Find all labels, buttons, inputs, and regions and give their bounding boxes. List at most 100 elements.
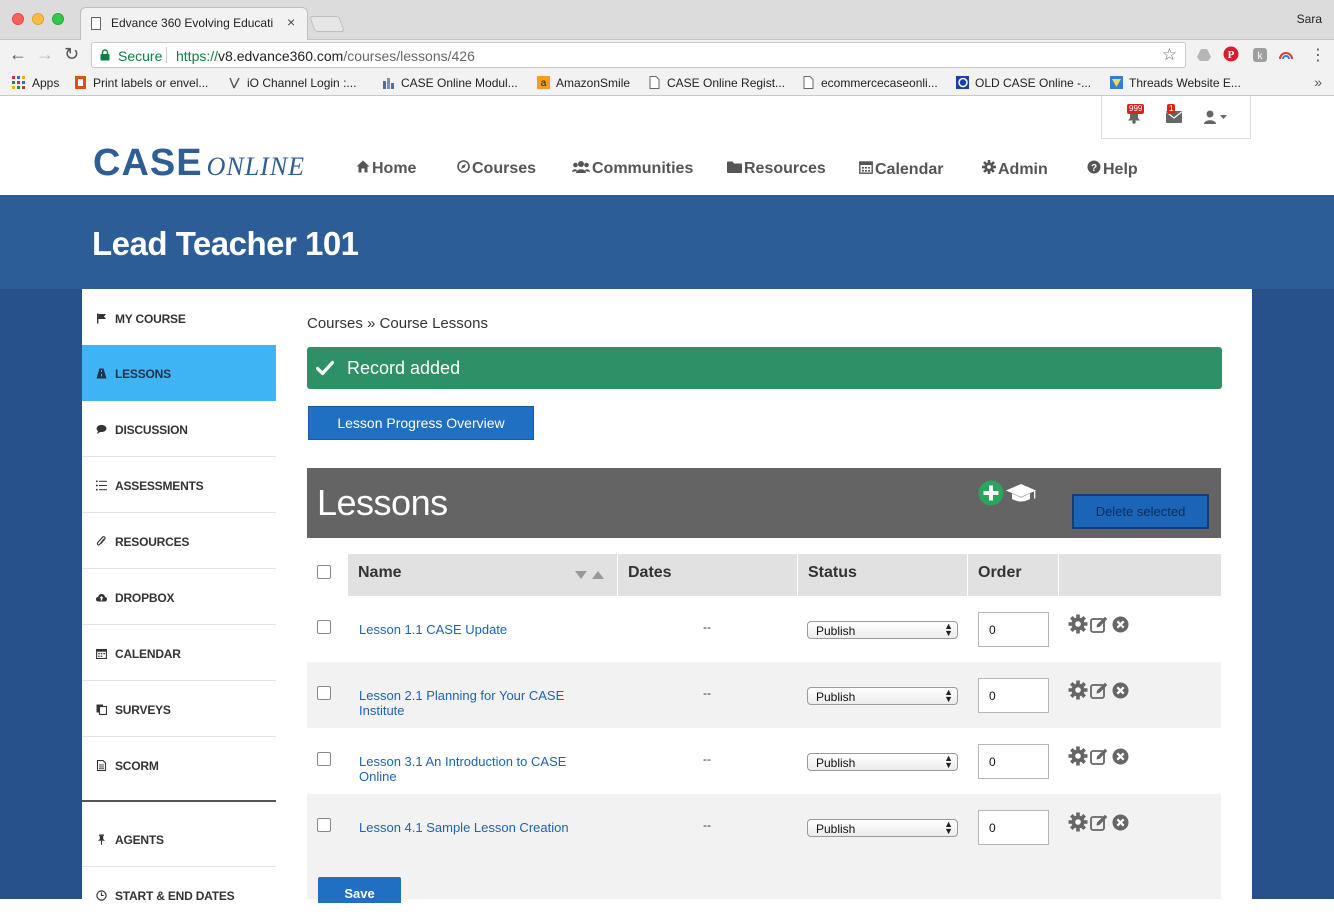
lesson-dates: -- (703, 620, 711, 634)
rainbow-extension-icon[interactable] (1278, 47, 1294, 63)
sidebar-item-agents[interactable]: AGENTS (82, 811, 276, 867)
select-arrows-icon: ▲ ▼ (944, 753, 953, 770)
delete-icon[interactable] (1112, 814, 1129, 831)
delete-icon[interactable] (1112, 616, 1129, 633)
nav-admin[interactable]: Admin (982, 160, 1048, 180)
copy-icon (96, 704, 107, 715)
bookmark-threads-website[interactable]: Threads Website E... (1129, 76, 1241, 90)
course-sidebar: MY COURSE LESSONS DISCUSSION ASSESSMENTS… (82, 289, 276, 903)
nav-calendar[interactable]: Calendar (859, 160, 943, 180)
edit-icon[interactable] (1090, 682, 1108, 700)
forward-arrow-icon[interactable]: → (36, 44, 54, 65)
lesson-link[interactable]: Lesson 3.1 An Introduction to CASE Onlin… (359, 754, 599, 784)
bookmark-apps[interactable]: Apps (32, 76, 59, 90)
gear-icon[interactable] (1068, 746, 1088, 766)
status-select[interactable]: Publish ▲ ▼ (807, 753, 958, 771)
delete-selected-button[interactable]: Delete selected (1072, 494, 1209, 529)
back-arrow-icon[interactable]: ← (9, 44, 27, 65)
reload-icon[interactable]: ↻ (64, 44, 79, 65)
address-bar[interactable]: Secure https://v8.edvance360.com/courses… (91, 42, 1186, 68)
lesson-link[interactable]: Lesson 2.1 Planning for Your CASE Instit… (359, 688, 599, 718)
tab-close-icon[interactable]: × (287, 14, 295, 30)
sidebar-item-assessments[interactable]: ASSESSMENTS (82, 457, 276, 513)
sidebar-item-my-course[interactable]: MY COURSE (82, 290, 276, 346)
row-actions (1068, 746, 1132, 768)
browser-tab[interactable]: Edvance 360 Evolving Educati × (80, 7, 308, 40)
add-lesson-icon[interactable] (978, 480, 1004, 506)
order-input[interactable]: 0 (978, 810, 1049, 845)
lesson-dates: -- (703, 686, 711, 700)
select-all-checkbox[interactable] (317, 565, 331, 579)
gear-icon[interactable] (1068, 812, 1088, 832)
row-checkbox[interactable] (317, 752, 331, 766)
browser-menu-icon[interactable]: ⋮ (1310, 45, 1326, 65)
save-button[interactable]: Save (318, 877, 401, 903)
sidebar-item-start-end-dates[interactable]: START & END DATES (82, 867, 276, 923)
drive-extension-icon[interactable] (1196, 47, 1212, 63)
browser-toolbar: ← → ↻ Secure https://v8.edvance360.com/c… (0, 40, 1334, 70)
row-checkbox[interactable] (317, 620, 331, 634)
edit-icon[interactable] (1090, 748, 1108, 766)
bookmark-io-channel[interactable]: iO Channel Login :... (247, 76, 356, 90)
row-checkbox[interactable] (317, 818, 331, 832)
lesson-link[interactable]: Lesson 4.1 Sample Lesson Creation (359, 820, 599, 835)
lesson-dates: -- (703, 818, 711, 832)
new-tab-button[interactable] (309, 16, 345, 32)
delete-icon[interactable] (1112, 748, 1129, 765)
lesson-link[interactable]: Lesson 1.1 CASE Update (359, 622, 599, 637)
column-status: Status (797, 554, 967, 596)
nav-help[interactable]: ? Help (1087, 160, 1138, 180)
section-title: Lessons (317, 482, 448, 523)
nav-home[interactable]: Home (356, 160, 416, 180)
sort-arrows-icon[interactable] (575, 570, 605, 580)
nav-communities[interactable]: Communities (572, 160, 693, 180)
user-menu-icon[interactable] (1204, 109, 1228, 125)
bookmark-old-case-online[interactable]: OLD CASE Online -... (975, 76, 1091, 90)
select-arrows-icon: ▲ ▼ (944, 621, 953, 638)
page-icon (803, 76, 814, 89)
sidebar-item-resources[interactable]: RESOURCES (82, 513, 276, 569)
browser-profile-name[interactable]: Sara (1297, 12, 1322, 26)
extension-icon[interactable]: k (1252, 47, 1268, 63)
lesson-progress-overview-button[interactable]: Lesson Progress Overview (308, 406, 534, 440)
bookmarks-bar: Apps Print labels or envel... iO Channel… (0, 70, 1334, 96)
gear-icon[interactable] (1068, 614, 1088, 634)
delete-icon[interactable] (1112, 682, 1129, 699)
sidebar-item-calendar[interactable]: CALENDAR (82, 625, 276, 681)
graduation-cap-icon[interactable] (1005, 482, 1037, 504)
sidebar-item-lessons[interactable]: LESSONS (82, 345, 276, 401)
order-input[interactable]: 0 (978, 678, 1049, 713)
breadcrumb-courses-link[interactable]: Courses (307, 315, 363, 332)
close-window-button[interactable] (12, 13, 24, 25)
more-bookmarks-icon[interactable]: » (1314, 74, 1322, 90)
nav-resources[interactable]: Resources (727, 160, 826, 180)
sidebar-item-surveys[interactable]: SURVEYS (82, 681, 276, 737)
order-input[interactable]: 0 (978, 612, 1049, 647)
edit-icon[interactable] (1090, 616, 1108, 634)
bookmark-case-online-module[interactable]: CASE Online Modul... (401, 76, 518, 90)
column-name[interactable]: Name (347, 554, 617, 596)
nav-courses[interactable]: Courses (457, 160, 536, 180)
pinterest-extension-icon[interactable]: P (1223, 46, 1239, 62)
url-text[interactable]: https://v8.edvance360.com/courses/lesson… (176, 48, 475, 64)
bookmark-ecommerce[interactable]: ecommercecaseonli... (821, 76, 938, 90)
sidebar-item-dropbox[interactable]: DROPBOX (82, 569, 276, 625)
zoom-window-button[interactable] (52, 13, 64, 25)
status-select[interactable]: Publish ▲ ▼ (807, 621, 958, 639)
status-select[interactable]: Publish ▲ ▼ (807, 687, 958, 705)
gear-icon[interactable] (1068, 680, 1088, 700)
sidebar-item-scorm[interactable]: SCORM (82, 737, 276, 793)
bookmark-star-icon[interactable]: ☆ (1162, 45, 1177, 65)
lock-icon (100, 49, 110, 61)
sidebar-item-discussion[interactable]: DISCUSSION (82, 401, 276, 457)
question-icon: ? (1087, 160, 1101, 174)
status-select[interactable]: Publish ▲ ▼ (807, 819, 958, 837)
case-online-logo[interactable]: CASE ONLINE (93, 142, 305, 185)
order-input[interactable]: 0 (978, 744, 1049, 779)
edit-icon[interactable] (1090, 814, 1108, 832)
row-checkbox[interactable] (317, 686, 331, 700)
minimize-window-button[interactable] (32, 13, 44, 25)
bookmark-case-registration[interactable]: CASE Online Regist... (667, 76, 785, 90)
bookmark-print-labels[interactable]: Print labels or envel... (93, 76, 208, 90)
bookmark-amazonsmile[interactable]: AmazonSmile (556, 76, 630, 90)
